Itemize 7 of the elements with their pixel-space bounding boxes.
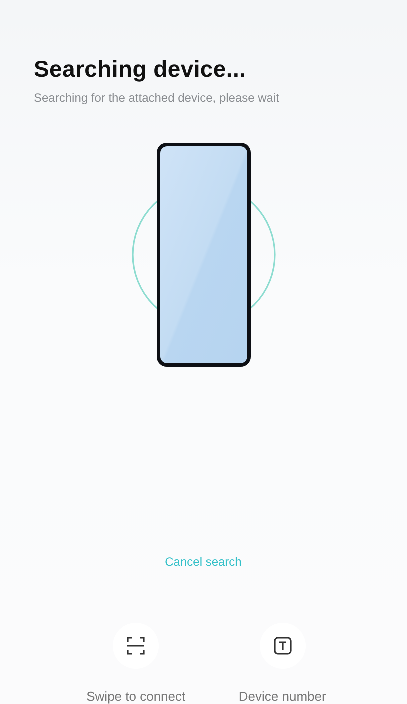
- page-title: Searching device...: [34, 56, 248, 83]
- action-label: Device number: [238, 689, 326, 704]
- scan-icon: [127, 637, 146, 655]
- text-box-icon: [274, 637, 292, 655]
- page-subtitle: Searching for the attached device, please wait: [34, 91, 280, 105]
- cancel-search-link[interactable]: Cancel search: [161, 553, 246, 571]
- action-label: Swipe to connect: [86, 689, 186, 704]
